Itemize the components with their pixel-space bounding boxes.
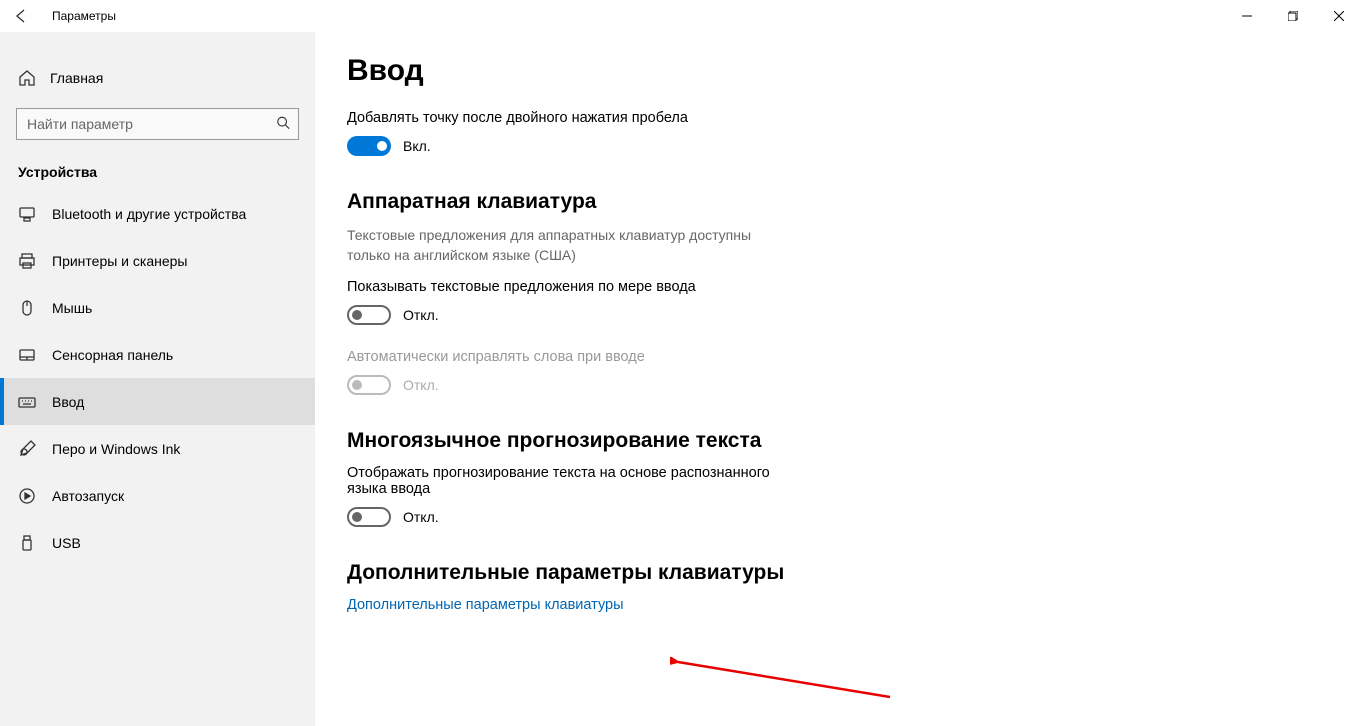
toggle-state: Вкл. (403, 138, 431, 154)
autoplay-icon (18, 487, 36, 505)
toggle-state: Откл. (403, 377, 439, 393)
advanced-heading: Дополнительные параметры клавиатуры (347, 561, 1362, 585)
show-suggestions-label: Показывать текстовые предложения по мере… (347, 279, 1362, 295)
close-icon (1334, 11, 1344, 21)
nav-autoplay[interactable]: Автозапуск (0, 472, 315, 519)
nav-label: USB (52, 535, 81, 551)
search-box[interactable] (16, 108, 299, 140)
nav-mouse[interactable]: Мышь (0, 284, 315, 331)
toggle-double-space[interactable] (347, 136, 391, 156)
mouse-icon (18, 299, 36, 317)
keyboard-icon (18, 393, 36, 411)
setting-double-space-label: Добавлять точку после двойного нажатия п… (347, 110, 1362, 126)
hw-keyboard-heading: Аппаратная клавиатура (347, 190, 1362, 214)
search-icon (276, 116, 290, 133)
page-title: Ввод (347, 54, 1362, 88)
main-content: Ввод Добавлять точку после двойного нажа… (315, 32, 1362, 726)
multilang-desc: Отображать прогнозирование текста на осн… (347, 465, 797, 497)
nav-label: Мышь (52, 300, 92, 316)
toggle-autocorrect (347, 375, 391, 395)
arrow-left-icon (14, 8, 30, 24)
back-button[interactable] (10, 4, 34, 28)
home-label: Главная (50, 70, 103, 86)
nav-usb[interactable]: USB (0, 519, 315, 566)
hw-keyboard-desc: Текстовые предложения для аппаратных кла… (347, 226, 797, 265)
restore-icon (1288, 11, 1298, 21)
sidebar-section-title: Устройства (0, 140, 315, 190)
nav-pen[interactable]: Перо и Windows Ink (0, 425, 315, 472)
nav-label: Ввод (52, 394, 84, 410)
toggle-multilang[interactable] (347, 507, 391, 527)
titlebar: Параметры (0, 0, 1362, 32)
nav-label: Bluetooth и другие устройства (52, 206, 246, 222)
usb-icon (18, 534, 36, 552)
home-icon (18, 69, 36, 87)
nav-label: Перо и Windows Ink (52, 441, 180, 457)
nav-label: Сенсорная панель (52, 347, 173, 363)
home-nav[interactable]: Главная (0, 58, 315, 98)
nav-label: Принтеры и сканеры (52, 253, 187, 269)
nav-typing[interactable]: Ввод (0, 378, 315, 425)
toggle-state: Откл. (403, 509, 439, 525)
nav-printers[interactable]: Принтеры и сканеры (0, 237, 315, 284)
autocorrect-label: Автоматически исправлять слова при вводе (347, 349, 1362, 365)
toggle-state: Откл. (403, 307, 439, 323)
toggle-show-suggestions[interactable] (347, 305, 391, 325)
nav-bluetooth[interactable]: Bluetooth и другие устройства (0, 190, 315, 237)
advanced-keyboard-link[interactable]: Дополнительные параметры клавиатуры (347, 597, 1362, 613)
search-input[interactable] (17, 109, 298, 139)
minimize-button[interactable] (1224, 0, 1270, 32)
touchpad-icon (18, 346, 36, 364)
devices-icon (18, 205, 36, 223)
printer-icon (18, 252, 36, 270)
multilang-heading: Многоязычное прогнозирование текста (347, 429, 1362, 453)
nav-label: Автозапуск (52, 488, 124, 504)
sidebar: Главная Устройства Bluetooth и другие ус… (0, 32, 315, 726)
pen-icon (18, 440, 36, 458)
app-title: Параметры (52, 9, 116, 23)
minimize-icon (1242, 11, 1252, 21)
close-button[interactable] (1316, 0, 1362, 32)
nav-touchpad[interactable]: Сенсорная панель (0, 331, 315, 378)
maximize-button[interactable] (1270, 0, 1316, 32)
